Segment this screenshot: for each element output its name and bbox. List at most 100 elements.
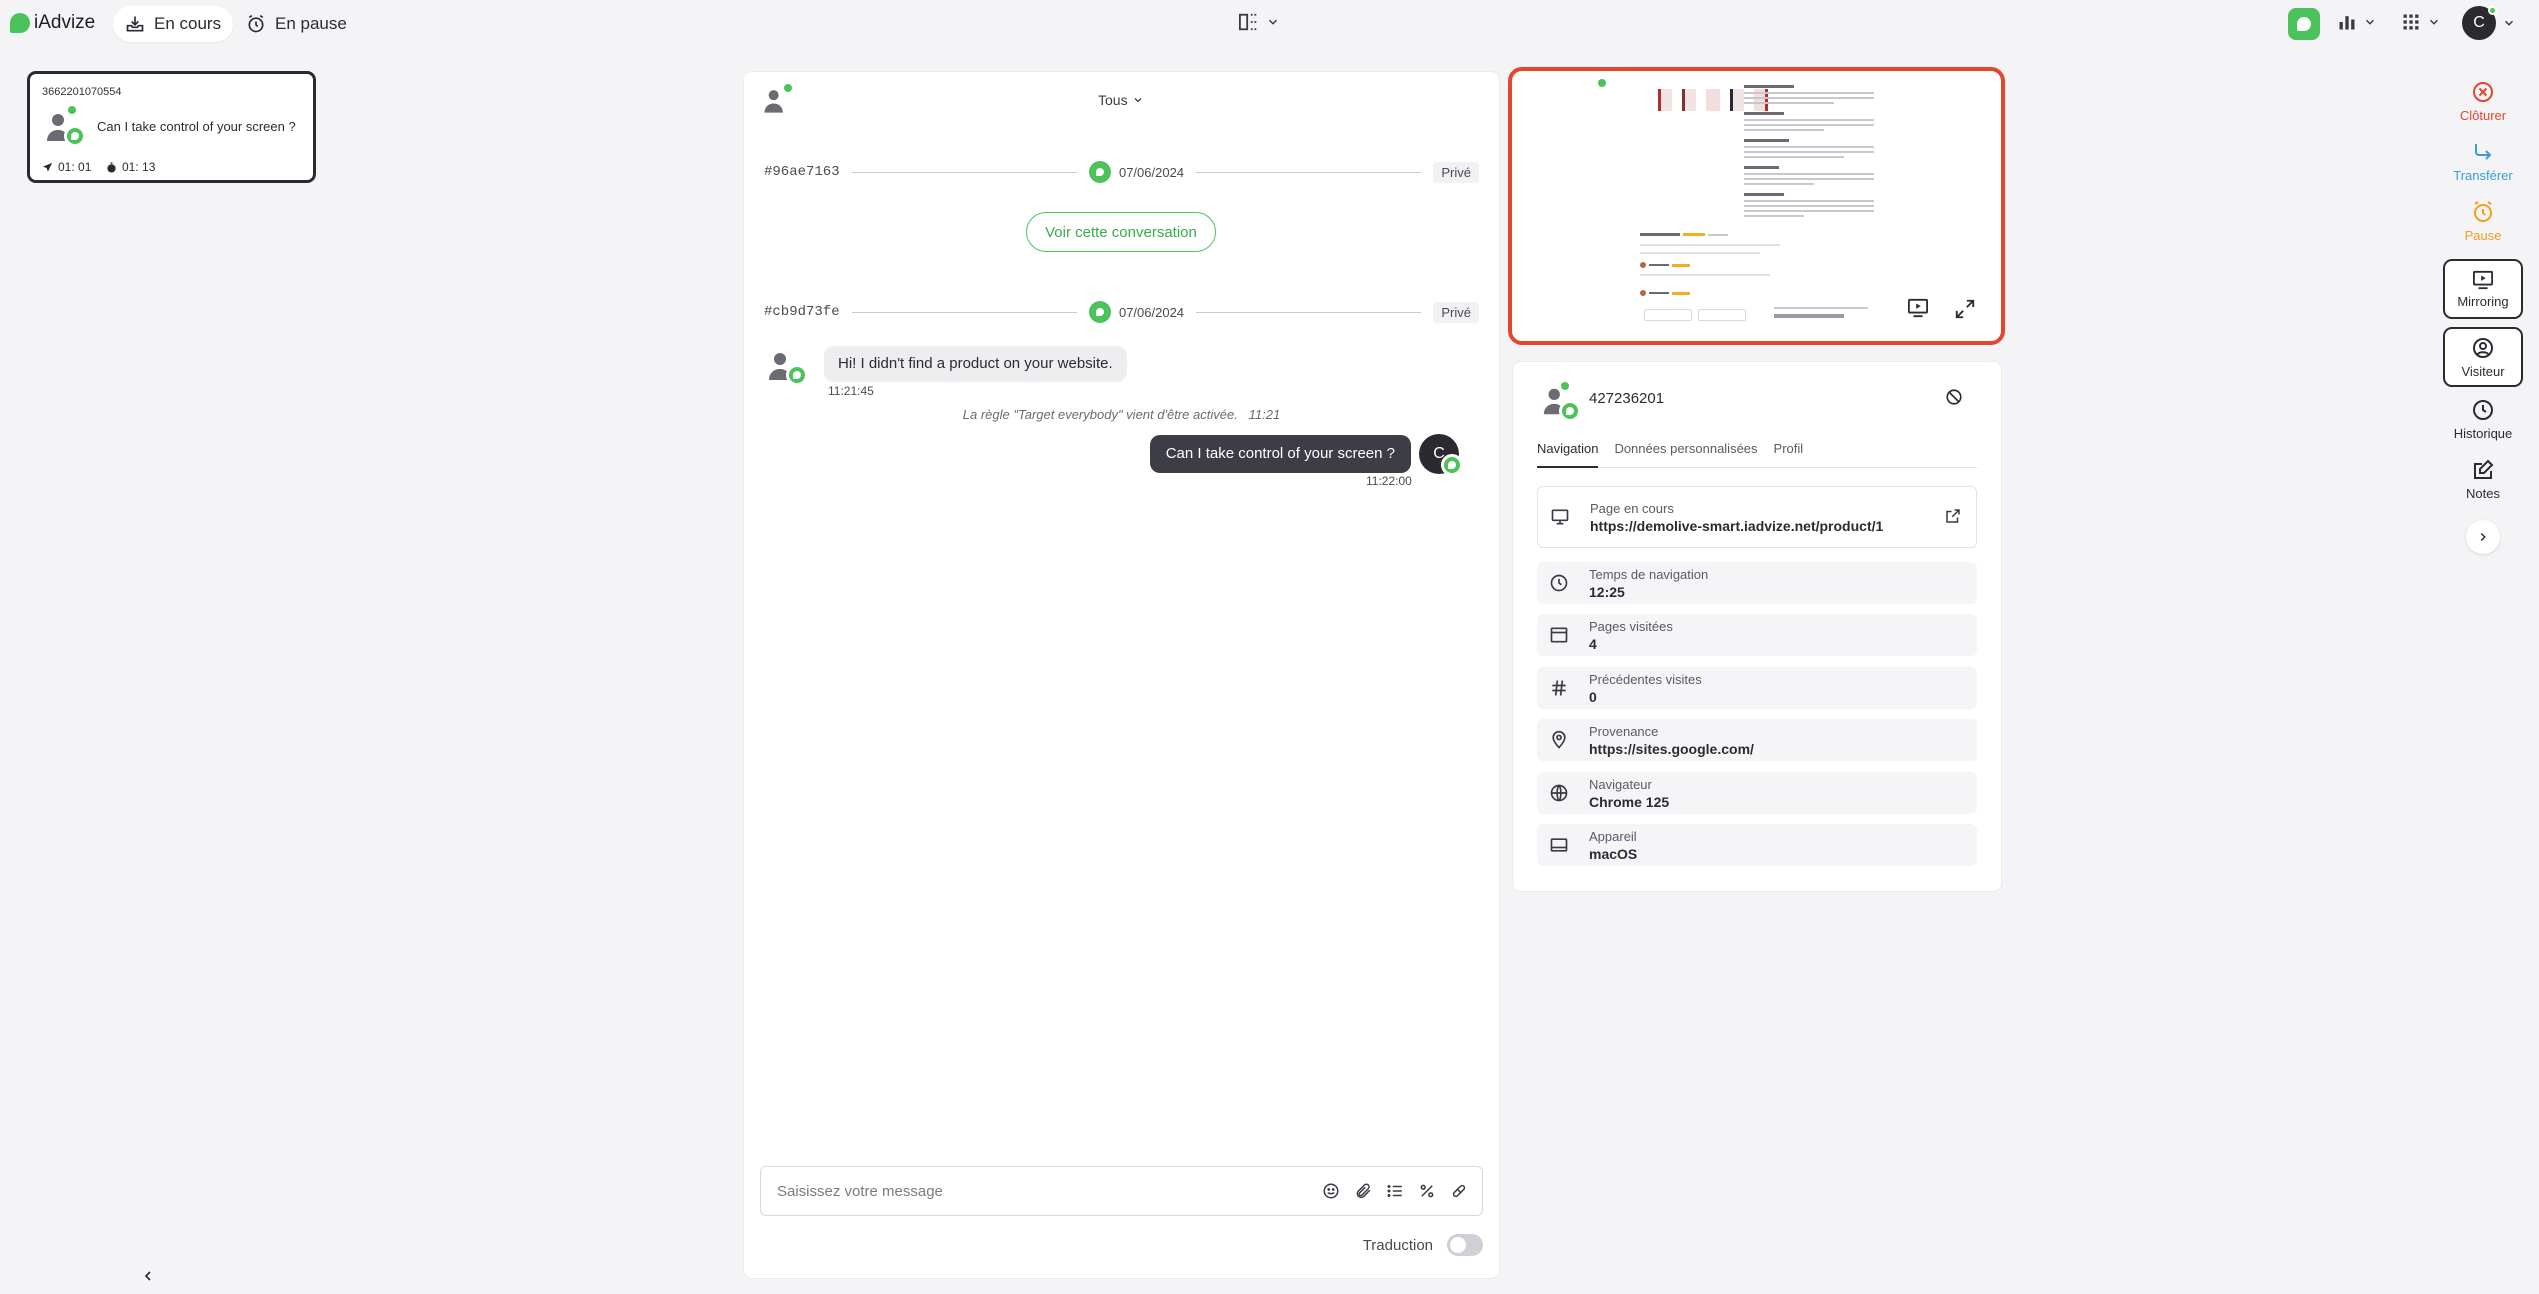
layout-switcher[interactable] <box>1238 12 1280 32</box>
thread-hash: #cb9d73fe <box>764 304 840 320</box>
user-menu[interactable]: C <box>2462 6 2516 40</box>
alarm-clock-icon <box>2474 201 2492 222</box>
translation-toggle[interactable] <box>1447 1234 1483 1256</box>
channel-chat-badge <box>1441 454 1463 476</box>
fullscreen-button[interactable] <box>1954 298 1976 320</box>
availability-status-button[interactable] <box>2288 8 2320 40</box>
user-circle-icon <box>2473 337 2493 358</box>
expand-icon <box>1955 299 1975 319</box>
tab-profile[interactable]: Profil <box>1774 438 1820 468</box>
layout-columns-icon <box>1239 13 1259 31</box>
info-value: Chrome 125 <box>1589 793 1670 810</box>
wait-time: 01: 01 <box>58 160 92 174</box>
transfer-button[interactable]: Transférer <box>2443 140 2523 183</box>
external-link-icon[interactable] <box>1944 507 1962 525</box>
preview-footer-buttons <box>1644 309 1746 321</box>
chevron-down-icon <box>1134 98 1142 103</box>
view-conversation-button[interactable]: Voir cette conversation <box>1026 212 1216 252</box>
preview-footer-links <box>1774 307 1868 318</box>
info-value: 12:25 <box>1589 583 1625 600</box>
info-label: Pages visitées <box>1589 618 1673 634</box>
user-initial: C <box>2473 14 2485 31</box>
alarm-clock-icon <box>248 14 264 33</box>
chevron-down-icon <box>2365 19 2375 25</box>
divider-line <box>851 171 1077 173</box>
tab-en-cours-label: En cours <box>154 14 222 33</box>
tab-navigation[interactable]: Navigation <box>1537 438 1599 468</box>
mirroring-screen-button[interactable] <box>1907 298 1929 318</box>
info-label: Appareil <box>1589 828 1637 844</box>
grid-icon <box>2403 14 2419 30</box>
pause-button[interactable]: Pause <box>2443 200 2523 243</box>
online-status-dot <box>2488 6 2497 15</box>
iadvize-logo-icon <box>10 13 30 33</box>
history-button[interactable]: Historique <box>2443 398 2523 441</box>
paperclip-icon[interactable] <box>1354 1182 1372 1200</box>
browser-window-icon <box>1550 627 1568 643</box>
location-pin-icon <box>1552 730 1566 749</box>
tab-custom-data[interactable]: Données personnalisées <box>1614 438 1773 468</box>
current-page-url: https://demolive-smart.iadvize.net/produ… <box>1590 517 1884 534</box>
info-value: 0 <box>1589 688 1597 705</box>
chat-visitor-avatar <box>762 84 798 122</box>
info-value: https://sites.google.com/ <box>1589 740 1754 757</box>
block-icon <box>1946 389 1962 405</box>
edit-note-icon <box>2474 459 2494 479</box>
close-conversation-button[interactable]: Clôturer <box>2443 80 2523 123</box>
chevron-down-icon <box>2504 20 2514 26</box>
notes-button[interactable]: Notes <box>2443 458 2523 501</box>
collapse-sidebar-button[interactable] <box>140 1268 156 1284</box>
screen-preview[interactable] <box>1508 67 2005 345</box>
info-value: macOS <box>1589 845 1638 862</box>
system-message-text: La règle "Target everybody" vient d'être… <box>962 407 1238 422</box>
visitor-avatar <box>1541 382 1581 422</box>
history-label: Historique <box>2453 426 2513 441</box>
channel-chat-badge <box>64 125 86 147</box>
chat-panel: Tous #96ae7163 07/06/2024 Privé Voir cet… <box>744 72 1499 1278</box>
mirroring-button[interactable]: Mirroring <box>2443 259 2523 319</box>
conversation-last-message: Can I take control of your screen ? <box>97 119 296 134</box>
info-label: Navigateur <box>1589 776 1652 792</box>
online-dot <box>68 106 76 114</box>
tab-en-cours[interactable]: En cours <box>113 6 234 42</box>
translation-label: Traduction <box>1362 1236 1433 1254</box>
percent-icon[interactable] <box>1418 1182 1436 1200</box>
message-composer <box>760 1166 1483 1216</box>
list-icon[interactable] <box>1386 1182 1404 1200</box>
agent-avatar: C <box>1419 434 1463 476</box>
thread-hash: #96ae7163 <box>764 164 840 180</box>
message-visitor-avatar <box>766 348 808 386</box>
expand-actions-button[interactable] <box>2466 520 2500 554</box>
info-label: Page en cours <box>1590 500 1674 516</box>
app-logo[interactable]: iAdvize <box>10 10 95 36</box>
info-row-pages-visited: Pages visitées 4 <box>1537 614 1977 656</box>
chevron-down-icon <box>1268 19 1278 25</box>
tab-en-pause[interactable]: En pause <box>234 6 359 42</box>
apps-menu[interactable] <box>2401 12 2441 32</box>
logo-text: iAdvize <box>34 12 96 33</box>
message-input[interactable] <box>777 1182 1322 1200</box>
translation-control: Traduction <box>1363 1234 1483 1256</box>
conversation-card[interactable]: 3662201070554 Can I take control of your… <box>27 71 316 183</box>
message-filter-dropdown[interactable]: Tous <box>1098 92 1144 108</box>
thread-date: 07/06/2024 <box>1088 301 1184 323</box>
clock-icon <box>1550 574 1568 592</box>
thread-divider: #cb9d73fe 07/06/2024 Privé <box>764 300 1480 324</box>
system-message: La règle "Target everybody" vient d'être… <box>744 407 1499 422</box>
visitor-button[interactable]: Visiteur <box>2443 327 2523 387</box>
chat-bubble-icon <box>2297 17 2311 31</box>
conversation-id: 3662201070554 <box>42 86 122 98</box>
info-value: 4 <box>1589 635 1597 652</box>
wait-timer: 01: 01 <box>42 160 91 174</box>
inbox-download-icon <box>126 16 144 32</box>
magic-wand-icon[interactable] <box>1450 1182 1468 1200</box>
thread-date-text: 07/06/2024 <box>1118 164 1185 180</box>
private-badge: Privé <box>1433 161 1480 183</box>
block-visitor-button[interactable] <box>1945 388 1963 406</box>
stats-menu[interactable] <box>2337 12 2377 32</box>
emoji-icon[interactable] <box>1322 1182 1340 1200</box>
thread-divider: #96ae7163 07/06/2024 Privé <box>764 160 1480 184</box>
info-row-browser: Navigateur Chrome 125 <box>1537 772 1977 814</box>
visitor-tabs: Navigation Données personnalisées Profil <box>1537 438 1977 468</box>
info-row-origin: Provenance https://sites.google.com/ <box>1537 719 1977 761</box>
